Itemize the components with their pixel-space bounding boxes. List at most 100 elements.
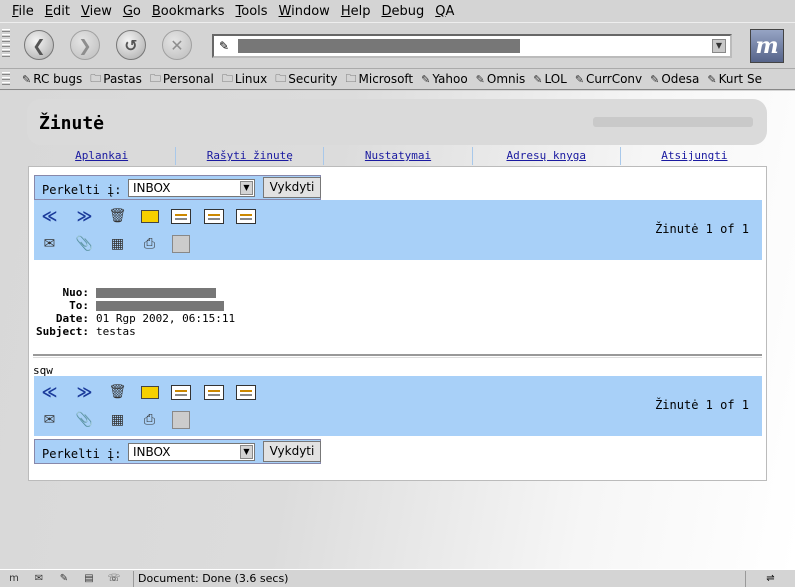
- menu-label: dit: [53, 3, 70, 19]
- next-message-icon[interactable]: ≫: [72, 381, 97, 403]
- bookmark-item[interactable]: 🗀 Linux: [222, 70, 267, 89]
- forward-message-icon[interactable]: ✉: [37, 409, 62, 431]
- url-text-redacted: [238, 39, 520, 53]
- trash-icon[interactable]: 🗑: [105, 205, 130, 227]
- folder-select[interactable]: INBOX ▼: [128, 179, 255, 197]
- nav-link[interactable]: Rašyti žinutę: [176, 147, 325, 165]
- forward-message-icon[interactable]: ✉: [37, 233, 62, 255]
- bookmark-item[interactable]: ✎ RC bugs: [22, 72, 82, 86]
- mozilla-icon[interactable]: m: [3, 572, 25, 586]
- forward-button[interactable]: ❯: [70, 30, 100, 60]
- menu-label: A: [445, 3, 455, 19]
- bookmark-label: LOL: [544, 72, 567, 86]
- menu-label: ile: [18, 3, 34, 19]
- bookmark-item[interactable]: ✎ Yahoo: [421, 72, 468, 86]
- previous-message-icon[interactable]: ≪: [37, 381, 62, 403]
- execute-button[interactable]: Vykdyti: [263, 177, 321, 198]
- irc-icon[interactable]: ☏: [103, 572, 125, 586]
- nav-link[interactable]: Nustatymai: [324, 147, 473, 165]
- menu-window[interactable]: Window: [279, 4, 330, 19]
- back-button[interactable]: ❮: [24, 30, 54, 60]
- address-book-icon[interactable]: ▤: [78, 572, 100, 586]
- bookmark-label: Pastas: [103, 72, 142, 86]
- message-count: Žinutė 1 of 1: [655, 398, 749, 412]
- menu-bar: File Edit View Go Bookmarks Tools Window Help De…: [0, 0, 795, 22]
- menu-tools[interactable]: Tools: [236, 4, 268, 19]
- menu-accelerator: V: [80, 3, 90, 19]
- attachment-icon[interactable]: 📎: [72, 233, 97, 255]
- reply-all-icon[interactable]: [201, 205, 226, 227]
- menu-accelerator: D: [381, 3, 392, 19]
- nav-link[interactable]: Atsijungti: [621, 147, 768, 165]
- move-to-form-bottom: Perkelti į: INBOX ▼ Vykdyti: [34, 439, 321, 464]
- save-icon[interactable]: [168, 233, 193, 255]
- menu-qa[interactable]: QA: [435, 4, 454, 19]
- bookmark-item[interactable]: ✎ Omnis: [476, 72, 526, 86]
- bookmarks-toolbar: ✎ RC bugs 🗀 Pastas 🗀 Personal 🗀 Linux 🗀 Security 🗀…: [0, 68, 795, 90]
- bookmark-item[interactable]: 🗀 Pastas: [90, 70, 142, 89]
- folder-icon[interactable]: [137, 381, 162, 403]
- attachment-icon[interactable]: 📎: [72, 409, 97, 431]
- move-label: Perkelti į:: [42, 183, 122, 197]
- toolbar-grip[interactable]: [2, 72, 10, 87]
- page-proxy-icon[interactable]: ✎: [219, 39, 229, 53]
- chevron-down-icon[interactable]: ▼: [240, 445, 253, 459]
- stop-icon: ✕: [170, 35, 184, 55]
- forward-compose-icon[interactable]: [233, 381, 258, 403]
- move-label: Perkelti į:: [42, 447, 122, 461]
- online-status-icon[interactable]: ⇌: [745, 570, 795, 587]
- menu-go[interactable]: Go: [123, 4, 141, 19]
- bookmark-item[interactable]: 🗀 Personal: [150, 70, 214, 89]
- nav-link[interactable]: Adresų knyga: [473, 147, 621, 165]
- print-icon[interactable]: ⎙: [137, 409, 162, 431]
- save-icon[interactable]: [168, 409, 193, 431]
- menu-help[interactable]: Help: [341, 4, 371, 19]
- bookmark-label: Odesa: [661, 72, 700, 86]
- chevron-down-icon[interactable]: ▼: [240, 181, 253, 195]
- execute-button[interactable]: Vykdyti: [263, 441, 321, 462]
- bookmark-label: CurrConv: [586, 72, 643, 86]
- folder-select[interactable]: INBOX ▼: [128, 443, 255, 461]
- menu-label: elp: [350, 3, 371, 19]
- menu-file[interactable]: File: [12, 4, 34, 19]
- menu-label: iew: [89, 3, 112, 19]
- reply-icon[interactable]: [168, 205, 193, 227]
- page-title: Žinutė: [39, 113, 105, 134]
- status-bar: m ✉ ✎ ▤ ☏ Document: Done (3.6 secs) ⇌: [0, 569, 795, 587]
- view-source-icon[interactable]: ▦: [105, 409, 130, 431]
- reply-all-icon[interactable]: [201, 381, 226, 403]
- forward-compose-icon[interactable]: [233, 205, 258, 227]
- bookmark-item[interactable]: ✎ Odesa: [650, 72, 699, 86]
- url-bar[interactable]: ✎ ▼: [212, 34, 732, 58]
- user-email-redacted: [593, 117, 753, 127]
- reload-icon: ↺: [124, 35, 138, 55]
- bookmark-item[interactable]: ✎ CurrConv: [575, 72, 642, 86]
- menu-bookmarks[interactable]: Bookmarks: [152, 4, 225, 19]
- menu-view[interactable]: View: [81, 4, 112, 19]
- view-source-icon[interactable]: ▦: [105, 233, 130, 255]
- previous-message-icon[interactable]: ≪: [37, 205, 62, 227]
- nav-link[interactable]: Aplankai: [28, 147, 177, 165]
- composer-icon[interactable]: ✎: [53, 572, 75, 586]
- print-icon[interactable]: ⎙: [137, 233, 162, 255]
- date-value: 01 Rgp 2002, 06:15:11: [96, 312, 236, 325]
- mail-icon[interactable]: ✉: [28, 572, 50, 586]
- reload-button[interactable]: ↺: [116, 30, 146, 60]
- menu-debug[interactable]: Debug: [381, 4, 424, 19]
- bookmark-item[interactable]: 🗀 Microsoft: [346, 70, 414, 89]
- trash-icon[interactable]: 🗑: [105, 381, 130, 403]
- menu-label: o: [132, 3, 141, 19]
- mozilla-throbber-icon[interactable]: m: [750, 29, 784, 63]
- stop-button[interactable]: ✕: [162, 30, 192, 60]
- bookmark-item[interactable]: ✎ Kurt Se: [707, 72, 762, 86]
- folder-icon[interactable]: [137, 205, 162, 227]
- bookmark-item[interactable]: 🗀 Security: [275, 70, 337, 89]
- bookmark-icon: ✎: [574, 72, 585, 86]
- reply-icon[interactable]: [168, 381, 193, 403]
- folder-icon: 🗀: [90, 71, 102, 85]
- toolbar-grip[interactable]: [2, 29, 10, 59]
- menu-edit[interactable]: Edit: [45, 4, 70, 19]
- bookmark-item[interactable]: ✎ LOL: [533, 72, 567, 86]
- next-message-icon[interactable]: ≫: [72, 205, 97, 227]
- url-dropdown-icon[interactable]: ▼: [712, 39, 726, 53]
